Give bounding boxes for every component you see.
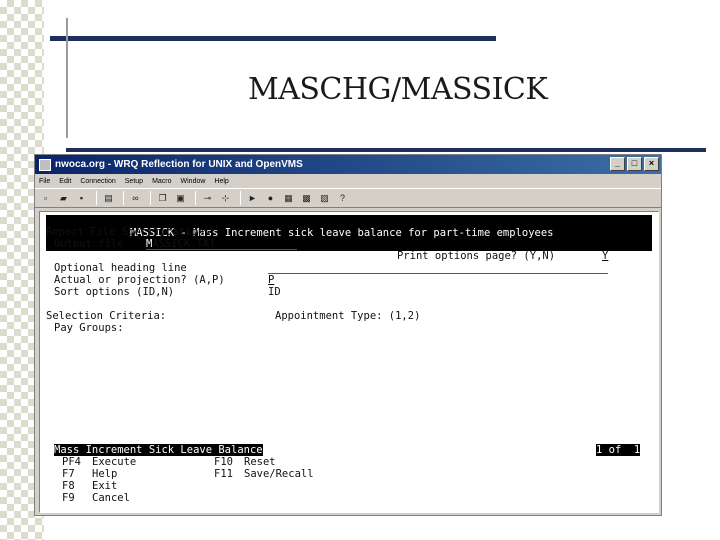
menu-setup[interactable]: Setup [125, 178, 143, 185]
toolbar-separator [96, 191, 97, 205]
sort-options-label: Sort options (ID,N) [54, 286, 175, 298]
menu-file[interactable]: File [39, 178, 50, 185]
key-f7[interactable]: F7 [62, 468, 75, 480]
print-options-value[interactable]: Y [602, 250, 608, 262]
key-pf4[interactable]: PF4 [62, 456, 81, 468]
report-spec-label: Report File Specifications: [46, 226, 217, 238]
key-f10-label: Reset [244, 456, 276, 468]
print-options-label: Print options page? (Y,N) [397, 250, 556, 262]
actual-projection-label: Actual or projection? (A,P) [54, 274, 225, 286]
slide-top-bar [50, 36, 496, 41]
output-file-label: Output file [54, 238, 124, 250]
print-icon[interactable]: ▤ [101, 191, 116, 205]
toolbar-separator [240, 191, 241, 205]
slide-title: MASCHG/MASSICK [248, 72, 548, 107]
app-icon [39, 158, 51, 171]
save-icon[interactable]: ▪ [74, 191, 89, 205]
key-f8-label: Exit [92, 480, 118, 492]
output-file-underline [146, 249, 297, 250]
record-macro-icon[interactable]: ● [263, 191, 278, 205]
open-folder-icon[interactable]: ▰ [56, 191, 71, 205]
menu-macro[interactable]: Macro [152, 178, 171, 185]
toolbar-separator [150, 191, 151, 205]
find-binoculars-icon[interactable]: ∞ [128, 191, 143, 205]
toolbar: ▫ ▰ ▪ ▤ ∞ ❐ ▣ ⊸ ⊹ ► ● ▦ ▩ ▧ ? [35, 188, 661, 208]
actual-projection-value[interactable]: P [268, 274, 274, 286]
disconnect-icon[interactable]: ⊹ [218, 191, 233, 205]
maximize-button[interactable]: □ [627, 157, 642, 171]
menu-window[interactable]: Window [181, 178, 206, 185]
key-f8[interactable]: F8 [62, 480, 75, 492]
heading-line-label: Optional heading line [54, 262, 187, 274]
reflection-window: nwoca.org - WRQ Reflection for UNIX and … [34, 154, 662, 516]
appointment-type-label: Appointment Type: (1,2) [275, 310, 421, 322]
key-pf4-label: Execute [92, 456, 137, 468]
keyboard-icon[interactable]: ▧ [317, 191, 332, 205]
close-button[interactable]: × [644, 157, 659, 171]
help-icon[interactable]: ? [335, 191, 350, 205]
key-f11-label: Save/Recall [244, 468, 314, 480]
window-controls: _ □ × [610, 157, 659, 171]
slide-bottom-bar [66, 148, 706, 152]
heading-line-field[interactable] [268, 273, 608, 274]
pay-groups-label: Pay Groups: [54, 322, 124, 334]
sort-options-value[interactable]: ID [268, 286, 281, 298]
key-f10[interactable]: F10 [214, 456, 233, 468]
toolbar-separator [123, 191, 124, 205]
display-icon[interactable]: ▩ [299, 191, 314, 205]
toolbar-separator [195, 191, 196, 205]
minimize-button[interactable]: _ [610, 157, 625, 171]
key-f11[interactable]: F11 [214, 468, 233, 480]
key-f9-label: Cancel [92, 492, 130, 504]
settings-icon[interactable]: ▦ [281, 191, 296, 205]
slide-vertical-line [66, 18, 68, 138]
menu-edit[interactable]: Edit [59, 178, 71, 185]
copy-icon[interactable]: ❐ [155, 191, 170, 205]
new-icon[interactable]: ▫ [38, 191, 53, 205]
connect-icon[interactable]: ⊸ [200, 191, 215, 205]
terminal-screen[interactable]: MASSICK - Mass Increment sick leave bala… [39, 211, 659, 513]
selection-criteria-label: Selection Criteria: [46, 310, 167, 322]
window-titlebar[interactable]: nwoca.org - WRQ Reflection for UNIX and … [35, 155, 661, 174]
play-macro-icon[interactable]: ► [245, 191, 260, 205]
menu-help[interactable]: Help [214, 178, 228, 185]
menubar: File Edit Connection Setup Macro Window … [35, 174, 661, 188]
key-f9[interactable]: F9 [62, 492, 75, 504]
status-right: 1 of 1 [596, 444, 641, 456]
menu-connection[interactable]: Connection [80, 178, 115, 185]
window-title: nwoca.org - WRQ Reflection for UNIX and … [55, 159, 303, 170]
status-left: Mass Increment Sick Leave Balance [54, 444, 263, 456]
key-f7-label: Help [92, 468, 118, 480]
paste-icon[interactable]: ▣ [173, 191, 188, 205]
